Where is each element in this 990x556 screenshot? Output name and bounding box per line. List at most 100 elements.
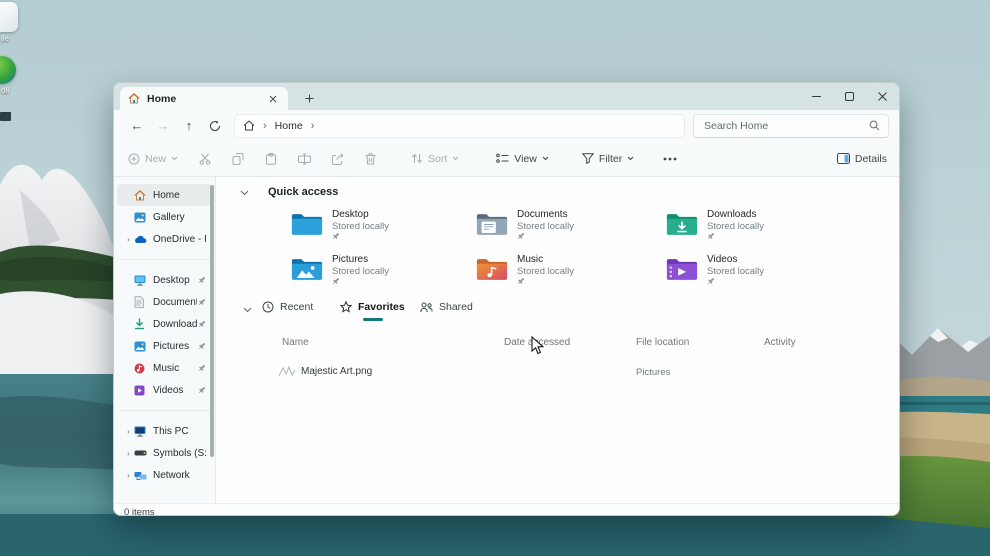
quick-access-grid: Desktop Stored locally Documents Stored bbox=[284, 209, 844, 294]
column-header-name[interactable]: Name bbox=[282, 337, 309, 348]
desktop-icon-1[interactable]: ile bbox=[0, 2, 22, 43]
forward-button[interactable]: → bbox=[150, 115, 176, 137]
paste-icon bbox=[265, 153, 277, 165]
documents-folder-icon bbox=[475, 211, 509, 237]
pictures-icon bbox=[134, 340, 148, 353]
details-label: Details bbox=[855, 153, 887, 165]
copy-button[interactable] bbox=[230, 150, 246, 168]
pin-icon bbox=[197, 386, 206, 394]
file-row-name[interactable]: Majestic Art.png bbox=[301, 366, 372, 377]
sidebar-scrollbar[interactable] bbox=[210, 185, 214, 457]
chevron-right-icon[interactable]: › bbox=[123, 449, 134, 458]
content-area: Quick access Desktop Stored locally bbox=[216, 177, 899, 503]
tile-desktop[interactable]: Desktop Stored locally bbox=[284, 209, 469, 249]
mouse-cursor bbox=[531, 336, 544, 355]
tile-pictures[interactable]: Pictures Stored locally bbox=[284, 254, 469, 294]
tile-subtitle: Stored locally bbox=[332, 221, 389, 232]
sidebar-item-downloads[interactable]: Downloads bbox=[117, 313, 212, 335]
rename-button[interactable] bbox=[296, 150, 313, 168]
column-header-activity[interactable]: Activity bbox=[764, 337, 796, 348]
sidebar-item-this-pc[interactable]: › This PC bbox=[117, 420, 212, 442]
tab-shared[interactable]: Shared bbox=[420, 301, 473, 313]
column-header-file-location[interactable]: File location bbox=[636, 337, 689, 348]
new-label: New bbox=[145, 153, 166, 165]
back-button[interactable]: ← bbox=[124, 115, 150, 137]
sidebar-item-gallery[interactable]: Gallery bbox=[117, 206, 212, 228]
delete-button[interactable] bbox=[363, 150, 378, 168]
sidebar-item-network[interactable]: › Network bbox=[117, 464, 212, 486]
search-box[interactable] bbox=[693, 114, 889, 138]
onedrive-cloud-icon bbox=[134, 233, 148, 246]
ellipsis-icon bbox=[663, 157, 677, 161]
up-button[interactable]: ↑ bbox=[176, 115, 202, 137]
tile-music[interactable]: Music Stored locally bbox=[469, 254, 659, 294]
refresh-button[interactable] bbox=[202, 115, 228, 137]
breadcrumb-home[interactable]: Home bbox=[275, 120, 303, 132]
sidebar-item-onedrive[interactable]: › OneDrive - Perso bbox=[117, 228, 212, 250]
star-icon bbox=[340, 301, 352, 313]
items-count: 0 items bbox=[124, 507, 155, 516]
new-button[interactable]: New bbox=[126, 150, 180, 168]
sidebar-item-music[interactable]: Music bbox=[117, 357, 212, 379]
pictures-folder-icon bbox=[290, 256, 324, 282]
drive-icon bbox=[134, 447, 148, 460]
tab-recent[interactable]: Recent bbox=[262, 301, 313, 313]
details-button[interactable]: Details bbox=[837, 153, 887, 165]
new-tab-button[interactable] bbox=[300, 89, 318, 107]
tile-name: Videos bbox=[707, 254, 764, 266]
sidebar-item-videos[interactable]: Videos bbox=[117, 379, 212, 401]
filter-button[interactable]: Filter bbox=[580, 150, 636, 168]
sidebar-item-label: OneDrive - Perso bbox=[153, 234, 206, 245]
pin-icon bbox=[332, 277, 340, 285]
view-button[interactable]: View bbox=[494, 150, 551, 168]
tile-name: Desktop bbox=[332, 209, 389, 221]
sidebar-item-pictures[interactable]: Pictures bbox=[117, 335, 212, 357]
share-icon bbox=[332, 153, 344, 165]
tile-documents[interactable]: Documents Stored locally bbox=[469, 209, 659, 249]
sidebar-item-home[interactable]: Home bbox=[117, 184, 212, 206]
pin-icon bbox=[707, 277, 715, 285]
tile-videos[interactable]: Videos Stored locally bbox=[659, 254, 844, 294]
app-icon bbox=[0, 2, 18, 32]
collapse-chevron-icon[interactable] bbox=[243, 307, 252, 313]
chevron-right-icon[interactable]: › bbox=[123, 427, 134, 436]
tab-close-icon[interactable] bbox=[266, 92, 280, 106]
sidebar-item-label: Music bbox=[153, 363, 197, 374]
cut-button[interactable] bbox=[197, 150, 213, 168]
tab-label: Recent bbox=[280, 301, 313, 313]
sort-button[interactable]: Sort bbox=[409, 150, 461, 168]
collapse-chevron-icon[interactable] bbox=[240, 190, 249, 196]
share-button[interactable] bbox=[330, 150, 346, 168]
music-icon bbox=[134, 362, 148, 375]
filter-label: Filter bbox=[599, 153, 622, 165]
sidebar-item-documents[interactable]: Documents bbox=[117, 291, 212, 313]
desktop-icon-2[interactable]: oli bbox=[0, 56, 22, 95]
minimize-button[interactable] bbox=[800, 83, 833, 110]
chevron-right-icon[interactable]: › bbox=[123, 471, 134, 480]
search-input[interactable] bbox=[702, 119, 869, 133]
chevron-down-icon bbox=[452, 156, 459, 161]
active-tab-indicator bbox=[363, 318, 383, 321]
network-icon bbox=[134, 469, 148, 482]
chevron-right-icon[interactable]: › bbox=[123, 235, 134, 244]
videos-icon bbox=[134, 384, 148, 397]
tab-favorites[interactable]: Favorites bbox=[340, 301, 405, 313]
chevron-down-icon bbox=[627, 156, 634, 161]
tile-downloads[interactable]: Downloads Stored locally bbox=[659, 209, 844, 249]
maximize-button[interactable] bbox=[833, 83, 866, 110]
address-bar[interactable]: › Home › bbox=[234, 114, 685, 138]
more-options-button[interactable] bbox=[661, 154, 679, 164]
sort-icon bbox=[411, 153, 423, 164]
paste-button[interactable] bbox=[263, 150, 279, 168]
navigation-pane: Home Gallery › OneDrive - Perso Desktop bbox=[114, 177, 216, 503]
tab-home[interactable]: Home bbox=[120, 87, 288, 110]
close-button[interactable] bbox=[866, 83, 899, 110]
videos-folder-icon bbox=[665, 256, 699, 282]
sidebar-item-symbols-drive[interactable]: › Symbols (S:) bbox=[117, 442, 212, 464]
chevron-right-icon: › bbox=[263, 120, 267, 132]
sidebar-item-desktop[interactable]: Desktop bbox=[117, 269, 212, 291]
pin-icon bbox=[197, 364, 206, 372]
home-icon bbox=[134, 189, 148, 202]
titlebar[interactable]: Home bbox=[114, 83, 899, 110]
file-row-location[interactable]: Pictures bbox=[636, 367, 670, 378]
